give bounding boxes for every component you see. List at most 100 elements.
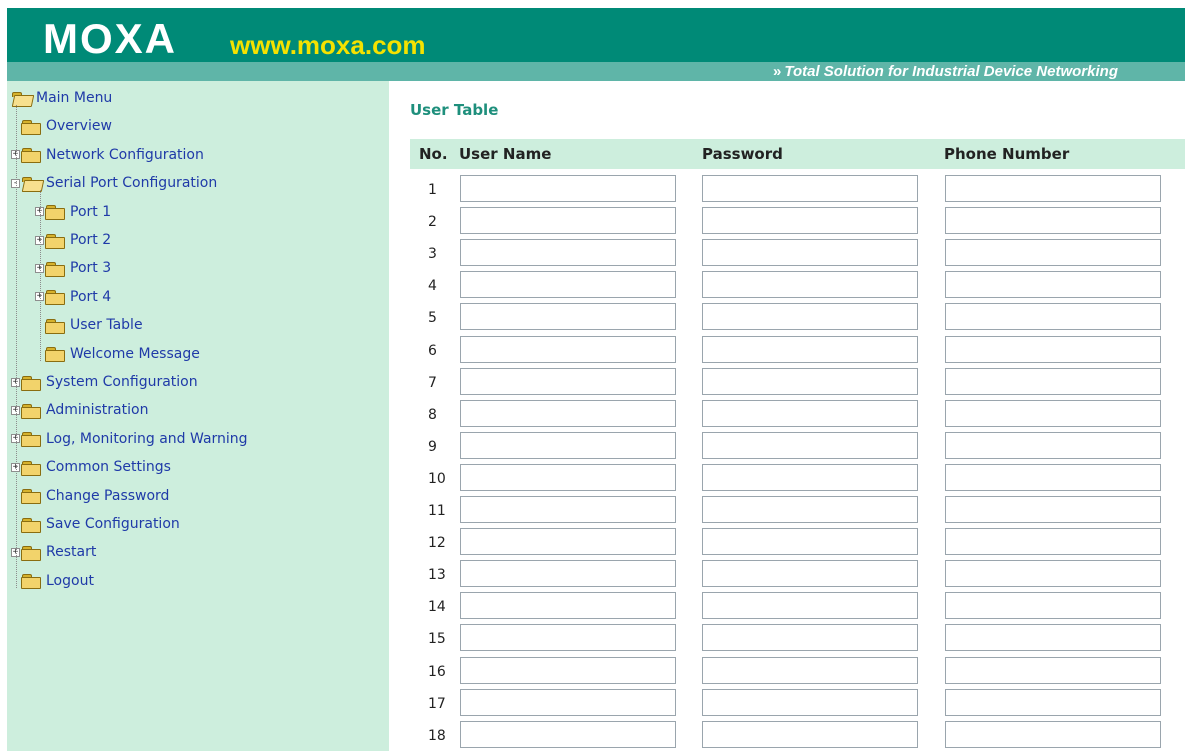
- main-menu-sidebar: Main Menu Overview + Network Configuration -…: [7, 81, 389, 751]
- sidebar-item-label: Welcome Message: [70, 345, 200, 362]
- sidebar-item-port-1[interactable]: + Port 1: [35, 201, 111, 223]
- phone-number-input[interactable]: [945, 175, 1161, 202]
- sidebar-item-label: Port 2: [70, 232, 112, 248]
- sidebar-item-overview[interactable]: Overview: [11, 115, 112, 137]
- password-input[interactable]: [702, 367, 918, 395]
- table-row: 15: [410, 621, 1185, 653]
- sidebar-item-change-password[interactable]: Change Password: [11, 485, 169, 507]
- sidebar-item-user-table[interactable]: User Table: [35, 314, 143, 336]
- phone-number-input[interactable]: [945, 688, 1161, 716]
- phone-number-input[interactable]: [945, 431, 1161, 459]
- user-name-input[interactable]: [460, 688, 676, 716]
- sidebar-item-restart[interactable]: + Restart: [11, 541, 96, 563]
- phone-number-input[interactable]: [945, 207, 1161, 235]
- user-name-input[interactable]: [460, 367, 676, 395]
- sidebar-item-label: Save Configuration: [46, 516, 180, 532]
- phone-number-input[interactable]: [945, 367, 1161, 395]
- sidebar-item-main-menu[interactable]: Main Menu: [11, 87, 112, 109]
- user-name-input[interactable]: [460, 399, 676, 427]
- sidebar-item-serial-port-configuration[interactable]: - Serial Port Configuration: [11, 172, 217, 194]
- phone-number-input[interactable]: [945, 592, 1161, 620]
- folder-open-icon: [11, 91, 30, 105]
- password-input[interactable]: [702, 303, 918, 331]
- password-input[interactable]: [702, 496, 918, 523]
- tree-connector-line: [16, 105, 17, 588]
- password-input[interactable]: [702, 431, 918, 459]
- user-name-input[interactable]: [460, 624, 676, 652]
- sidebar-item-administration[interactable]: + Administration: [11, 399, 148, 421]
- sidebar-item-system-configuration[interactable]: + System Configuration: [11, 371, 198, 393]
- user-name-input[interactable]: [460, 431, 676, 459]
- column-header-phone-number: Phone Number: [944, 145, 1070, 163]
- sidebar-item-label: Administration: [46, 402, 149, 419]
- double-arrow-icon: »: [773, 63, 782, 80]
- phone-number-input[interactable]: [945, 271, 1161, 299]
- folder-icon: [45, 205, 65, 221]
- table-row: 18: [410, 718, 1185, 750]
- password-input[interactable]: [702, 624, 918, 652]
- sidebar-item-network-configuration[interactable]: + Network Configuration: [11, 144, 204, 166]
- row-number: 13: [428, 567, 446, 584]
- folder-icon: [21, 574, 41, 590]
- sidebar-item-label: Serial Port Configuration: [46, 175, 218, 192]
- phone-number-input[interactable]: [945, 560, 1161, 588]
- folder-icon: [45, 261, 65, 277]
- phone-number-input[interactable]: [945, 239, 1161, 267]
- user-name-input[interactable]: [460, 528, 676, 556]
- user-name-input[interactable]: [460, 271, 676, 299]
- folder-icon: [21, 403, 41, 419]
- sidebar-item-port-3[interactable]: + Port 3: [35, 257, 111, 279]
- phone-number-input[interactable]: [945, 496, 1161, 523]
- user-name-input[interactable]: [460, 335, 676, 363]
- sidebar-item-welcome-message[interactable]: Welcome Message: [35, 343, 200, 365]
- phone-number-input[interactable]: [945, 399, 1161, 427]
- user-name-input[interactable]: [460, 720, 676, 748]
- password-input[interactable]: [702, 239, 918, 267]
- password-input[interactable]: [702, 175, 918, 202]
- password-input[interactable]: [702, 656, 918, 684]
- password-input[interactable]: [702, 720, 918, 748]
- user-name-input[interactable]: [460, 560, 676, 588]
- row-number: 10: [428, 470, 446, 487]
- sidebar-item-logout[interactable]: Logout: [11, 570, 94, 592]
- page-header: MOXA www.moxa.com » Total Solution for In…: [0, 0, 1185, 88]
- password-input[interactable]: [702, 528, 918, 556]
- table-row: 12: [410, 525, 1185, 557]
- site-link[interactable]: www.moxa.com: [230, 30, 426, 60]
- sidebar-item-port-4[interactable]: + Port 4: [35, 286, 111, 308]
- phone-number-input[interactable]: [945, 303, 1161, 331]
- password-input[interactable]: [702, 560, 918, 588]
- phone-number-input[interactable]: [945, 335, 1161, 363]
- sidebar-item-label: Main Menu: [36, 90, 113, 106]
- table-row: 1: [410, 172, 1185, 204]
- user-name-input[interactable]: [460, 303, 676, 331]
- row-number: 7: [428, 374, 437, 391]
- table-row: 10: [410, 461, 1185, 493]
- table-row: 5: [410, 300, 1185, 332]
- password-input[interactable]: [702, 399, 918, 427]
- user-name-input[interactable]: [460, 239, 676, 267]
- password-input[interactable]: [702, 335, 918, 363]
- row-number: 5: [428, 310, 437, 327]
- user-name-input[interactable]: [460, 656, 676, 684]
- password-input[interactable]: [702, 592, 918, 620]
- user-name-input[interactable]: [460, 175, 676, 202]
- phone-number-input[interactable]: [945, 624, 1161, 652]
- phone-number-input[interactable]: [945, 463, 1161, 491]
- password-input[interactable]: [702, 463, 918, 491]
- phone-number-input[interactable]: [945, 528, 1161, 556]
- user-name-input[interactable]: [460, 496, 676, 523]
- password-input[interactable]: [702, 207, 918, 235]
- sidebar-item-save-configuration[interactable]: Save Configuration: [11, 513, 180, 535]
- user-name-input[interactable]: [460, 207, 676, 235]
- user-name-input[interactable]: [460, 592, 676, 620]
- sidebar-item-port-2[interactable]: + Port 2: [35, 229, 111, 251]
- password-input[interactable]: [702, 271, 918, 299]
- user-name-input[interactable]: [460, 463, 676, 491]
- password-input[interactable]: [702, 688, 918, 716]
- row-number: 16: [428, 663, 446, 680]
- sidebar-item-log-monitoring-and-warning[interactable]: + Log, Monitoring and Warning: [11, 428, 248, 450]
- phone-number-input[interactable]: [945, 720, 1161, 748]
- phone-number-input[interactable]: [945, 656, 1161, 684]
- sidebar-item-common-settings[interactable]: + Common Settings: [11, 456, 171, 478]
